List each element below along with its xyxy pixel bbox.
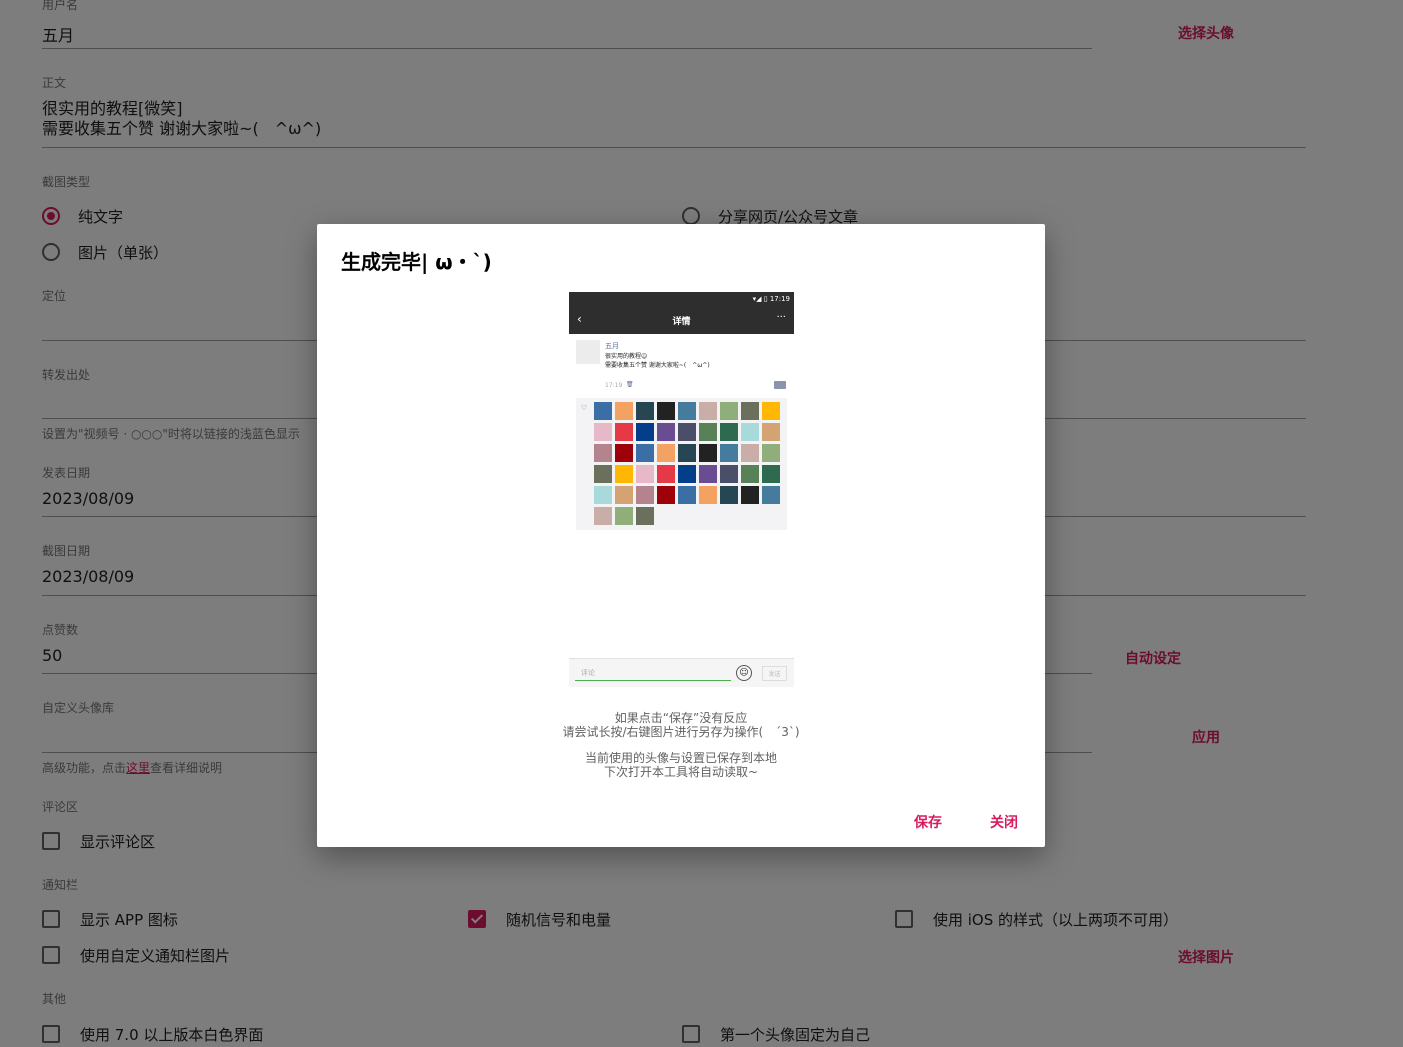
- like-avatar: [699, 444, 717, 462]
- like-avatar: [615, 507, 633, 525]
- dialog-message-1-line-2: 请尝试长按/右键图片进行另存为操作( ´3`): [562, 725, 800, 739]
- like-avatar: [720, 444, 738, 462]
- like-avatar: [615, 465, 633, 483]
- like-avatar: [615, 444, 633, 462]
- like-avatar: [594, 402, 612, 420]
- comment-action-icon: [774, 381, 786, 389]
- like-avatar: [594, 465, 612, 483]
- like-avatar: [657, 465, 675, 483]
- dialog-message-2-line-2: 下次打开本工具将自动读取~: [603, 765, 759, 779]
- heart-icon: ♡: [581, 404, 588, 412]
- like-avatar: [741, 486, 759, 504]
- like-avatar: [762, 402, 780, 420]
- preview-text-line-2: 需要收集五个赞 谢谢大家啦~( ^ω^): [605, 362, 710, 369]
- like-avatar: [678, 402, 696, 420]
- like-avatar: [636, 402, 654, 420]
- preview-comment-input: 评论: [575, 665, 731, 681]
- preview-status-bar: ▾◢ ▯ 17:19: [569, 292, 794, 306]
- like-avatar: [615, 423, 633, 441]
- dialog-message-2: 当前使用的头像与设置已保存到本地 下次打开本工具将自动读取~: [317, 751, 1045, 779]
- like-avatar: [594, 423, 612, 441]
- like-avatar: [615, 486, 633, 504]
- like-avatar: [741, 465, 759, 483]
- like-avatar: [720, 402, 738, 420]
- like-avatar: [657, 423, 675, 441]
- dialog-message-1: 如果点击“保存”没有反应 请尝试长按/右键图片进行另存为操作( ´3`): [317, 711, 1045, 739]
- like-avatar: [699, 423, 717, 441]
- preview-text-line-1: 很实用的教程☺: [605, 353, 648, 360]
- like-avatar: [741, 423, 759, 441]
- preview-status-time: ▾◢ ▯ 17:19: [752, 295, 790, 303]
- like-avatar: [636, 423, 654, 441]
- like-avatar: [678, 444, 696, 462]
- like-avatar: [594, 486, 612, 504]
- like-avatar: [678, 423, 696, 441]
- like-avatar: [762, 423, 780, 441]
- dialog-message-1-line-1: 如果点击“保存”没有反应: [614, 711, 748, 725]
- preview-nav-bar: ‹ 详情 ···: [569, 306, 794, 334]
- result-dialog: 生成完毕| ω・`) ▾◢ ▯ 17:19 ‹ 详情 ··· 五月 很实用的教程…: [317, 224, 1045, 847]
- like-avatar: [762, 444, 780, 462]
- like-avatar: [699, 402, 717, 420]
- like-avatar: [741, 402, 759, 420]
- preview-nav-title: 详情: [672, 317, 691, 327]
- like-avatar: [636, 486, 654, 504]
- preview-name: 五月: [605, 342, 619, 350]
- emoji-icon: ☺: [736, 665, 752, 681]
- dialog-title: 生成完毕| ω・`): [341, 250, 492, 274]
- like-avatar: [594, 507, 612, 525]
- like-avatar: [678, 486, 696, 504]
- like-avatar: [720, 423, 738, 441]
- preview-time: 17:19: [605, 382, 623, 389]
- preview-comment-bar: 评论 ☺ 发送: [569, 658, 794, 687]
- like-avatar: [636, 507, 654, 525]
- save-button[interactable]: 保存: [914, 812, 942, 832]
- like-avatar-grid: [594, 402, 786, 525]
- like-avatar: [720, 465, 738, 483]
- like-avatar: [741, 444, 759, 462]
- like-avatar: [762, 465, 780, 483]
- generated-screenshot[interactable]: ▾◢ ▯ 17:19 ‹ 详情 ··· 五月 很实用的教程☺ 需要收集五个赞 谢…: [569, 292, 794, 687]
- dialog-message-2-line-1: 当前使用的头像与设置已保存到本地: [584, 751, 777, 765]
- trash-icon: 🗑: [626, 381, 634, 388]
- preview-text: 很实用的教程☺ 需要收集五个赞 谢谢大家啦~( ^ω^): [605, 352, 710, 370]
- preview-send-button: 发送: [762, 666, 787, 681]
- like-avatar: [678, 465, 696, 483]
- like-avatar: [657, 444, 675, 462]
- like-avatar: [636, 444, 654, 462]
- like-avatar: [699, 486, 717, 504]
- preview-likes-panel: ♡: [576, 398, 787, 530]
- preview-avatar: [576, 340, 600, 364]
- like-avatar: [594, 444, 612, 462]
- like-avatar: [720, 486, 738, 504]
- like-avatar: [657, 402, 675, 420]
- like-avatar: [615, 402, 633, 420]
- more-icon: ···: [776, 312, 786, 323]
- like-avatar: [762, 486, 780, 504]
- close-button[interactable]: 关闭: [990, 812, 1018, 832]
- like-avatar: [699, 465, 717, 483]
- like-avatar: [657, 486, 675, 504]
- like-avatar: [636, 465, 654, 483]
